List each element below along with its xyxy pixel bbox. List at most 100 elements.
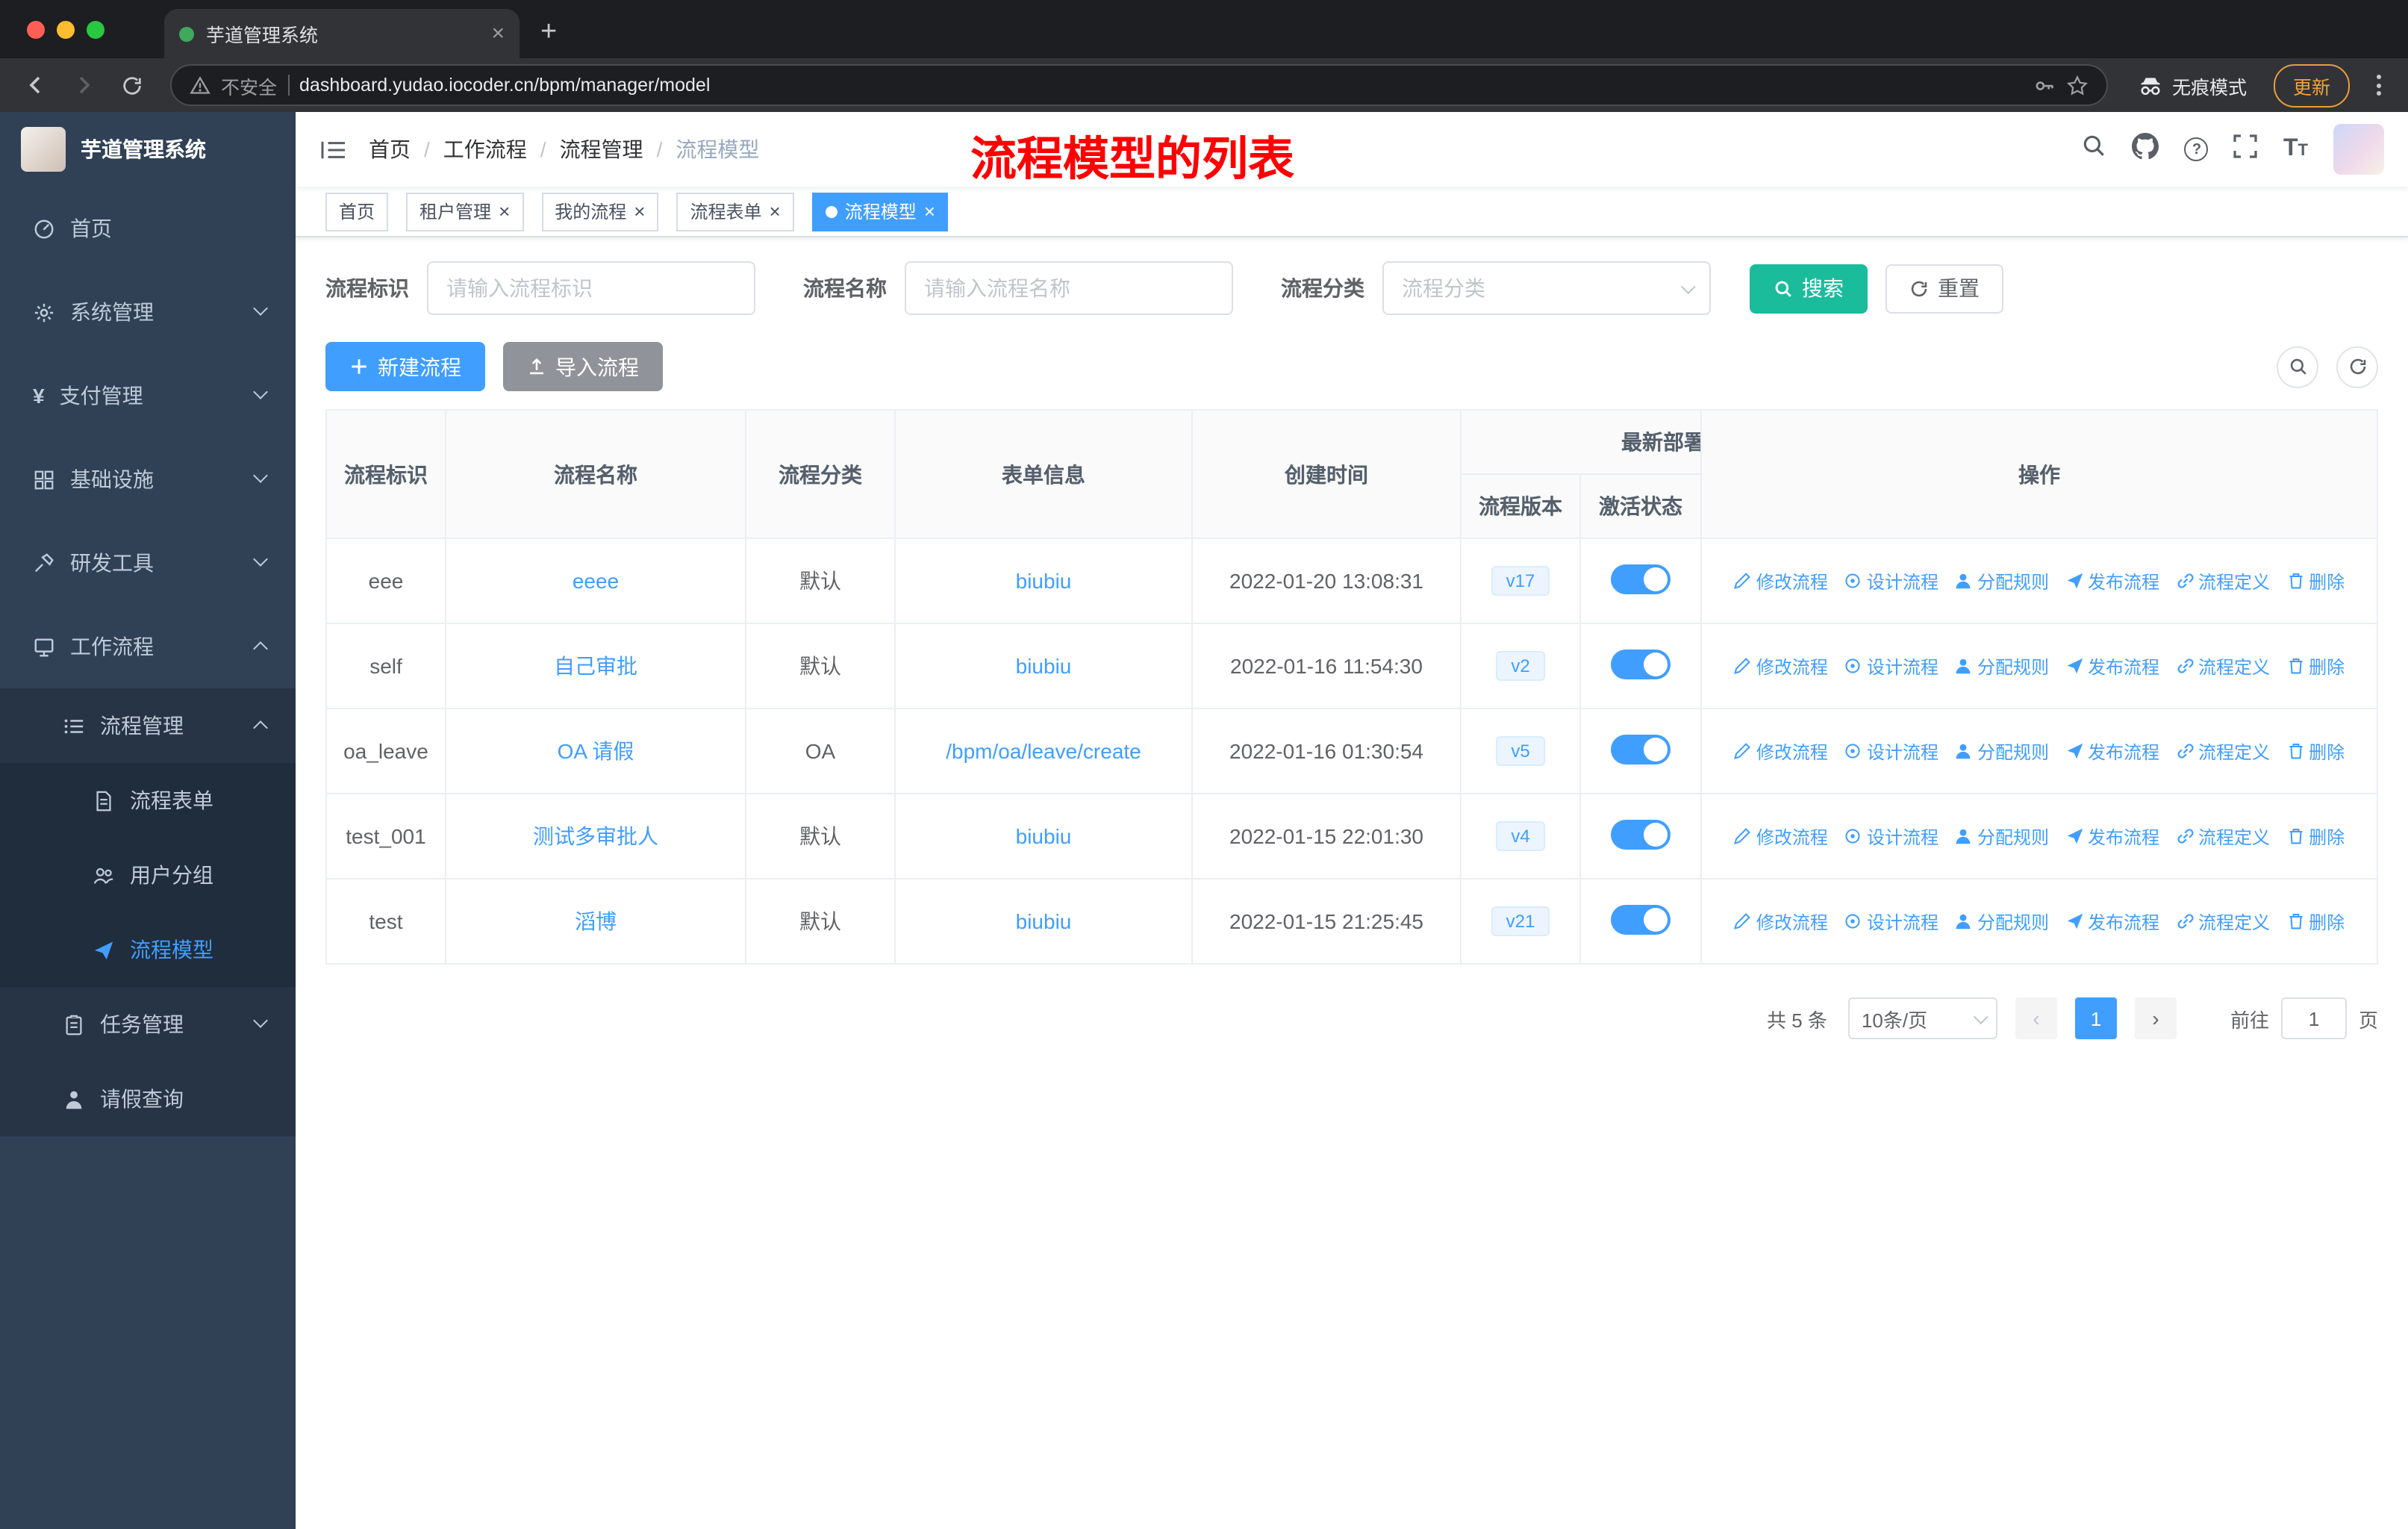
form-link[interactable]: biubiu	[1016, 909, 1072, 933]
assign-rule-action[interactable]: 分配规则	[1955, 823, 2049, 849]
version-tag[interactable]: v2	[1496, 651, 1545, 681]
forward-button[interactable]	[63, 64, 105, 106]
design-process-action[interactable]: 设计流程	[1844, 738, 1938, 764]
assign-rule-action[interactable]: 分配规则	[1955, 738, 2049, 764]
tag-home[interactable]: 首页	[325, 192, 389, 231]
sidebar-item-payment[interactable]: ¥ 支付管理	[0, 354, 296, 437]
active-toggle[interactable]	[1611, 734, 1671, 764]
next-page-button[interactable]: ›	[2134, 997, 2177, 1039]
active-toggle[interactable]	[1611, 649, 1671, 679]
minimize-window-button[interactable]	[57, 20, 75, 38]
assign-rule-action[interactable]: 分配规则	[1955, 653, 2049, 679]
sidebar-item-user-group[interactable]: 用户分组	[0, 838, 296, 912]
process-definition-action[interactable]: 流程定义	[2176, 909, 2270, 934]
form-link[interactable]: biubiu	[1016, 824, 1072, 848]
user-avatar[interactable]	[2333, 124, 2384, 175]
close-icon[interactable]: ×	[924, 202, 935, 221]
breadcrumb-process-management[interactable]: 流程管理	[560, 134, 643, 164]
create-process-button[interactable]: 新建流程	[325, 342, 485, 391]
sidebar-item-leave-query[interactable]: 请假查询	[0, 1062, 296, 1136]
fullscreen-button[interactable]	[2234, 134, 2258, 165]
process-definition-action[interactable]: 流程定义	[2176, 738, 2270, 764]
tag-my-process[interactable]: 我的流程 ×	[541, 192, 659, 231]
edit-process-action[interactable]: 修改流程	[1734, 653, 1828, 679]
reset-button[interactable]: 重置	[1885, 264, 2003, 313]
active-toggle[interactable]	[1611, 904, 1671, 934]
design-process-action[interactable]: 设计流程	[1844, 653, 1938, 679]
sidebar-item-system[interactable]: 系统管理	[0, 270, 296, 354]
model-name-link[interactable]: OA 请假	[558, 739, 634, 763]
sidebar-item-infrastructure[interactable]: 基础设施	[0, 437, 296, 521]
bookmark-star-icon[interactable]	[2066, 74, 2089, 96]
tab-close-icon[interactable]: ×	[491, 21, 505, 46]
sidebar-item-process-management[interactable]: 流程管理	[0, 688, 296, 763]
version-tag[interactable]: v17	[1491, 566, 1550, 596]
page-size-select[interactable]: 10条/页	[1847, 997, 1997, 1039]
sidebar-item-workflow[interactable]: 工作流程	[0, 605, 296, 688]
import-process-button[interactable]: 导入流程	[503, 342, 663, 391]
url-text[interactable]: dashboard.yudao.iocoder.cn/bpm/manager/m…	[299, 75, 2023, 96]
model-name-link[interactable]: 滔博	[575, 909, 617, 933]
model-name-link[interactable]: eeee	[573, 569, 619, 593]
publish-process-action[interactable]: 发布流程	[2065, 738, 2159, 764]
design-process-action[interactable]: 设计流程	[1844, 909, 1938, 934]
model-name-link[interactable]: 自己审批	[554, 654, 637, 678]
process-category-select[interactable]: 流程分类	[1382, 261, 1711, 315]
browser-menu-button[interactable]	[2365, 75, 2393, 96]
delete-process-action[interactable]: 删除	[2286, 909, 2345, 934]
show-search-button[interactable]	[2277, 346, 2318, 387]
publish-process-action[interactable]: 发布流程	[2065, 823, 2159, 849]
process-id-input[interactable]	[427, 261, 755, 315]
tag-process-form[interactable]: 流程表单 ×	[676, 192, 794, 231]
sidebar-item-devtools[interactable]: 研发工具	[0, 521, 296, 605]
search-button[interactable]: 搜索	[1750, 264, 1868, 313]
design-process-action[interactable]: 设计流程	[1844, 823, 1938, 849]
design-process-action[interactable]: 设计流程	[1844, 568, 1938, 594]
version-tag[interactable]: v4	[1496, 821, 1545, 851]
delete-process-action[interactable]: 删除	[2286, 823, 2345, 849]
process-name-input[interactable]	[905, 261, 1233, 315]
active-toggle[interactable]	[1611, 564, 1671, 594]
process-definition-action[interactable]: 流程定义	[2176, 653, 2270, 679]
back-button[interactable]	[15, 64, 57, 106]
version-tag[interactable]: v5	[1496, 736, 1545, 766]
edit-process-action[interactable]: 修改流程	[1734, 568, 1828, 594]
sidebar-item-home[interactable]: 首页	[0, 187, 296, 270]
close-icon[interactable]: ×	[499, 202, 510, 221]
sidebar-item-process-model[interactable]: 流程模型	[0, 912, 296, 987]
update-button[interactable]: 更新	[2273, 63, 2350, 107]
zoom-window-button[interactable]	[87, 20, 105, 38]
assign-rule-action[interactable]: 分配规则	[1955, 909, 2049, 934]
breadcrumb-workflow[interactable]: 工作流程	[443, 134, 527, 164]
form-link[interactable]: /bpm/oa/leave/create	[946, 739, 1141, 763]
search-button[interactable]	[2082, 133, 2107, 166]
close-icon[interactable]: ×	[770, 202, 781, 221]
goto-page-input[interactable]	[2280, 997, 2347, 1039]
form-link[interactable]: biubiu	[1016, 654, 1072, 678]
delete-process-action[interactable]: 删除	[2286, 738, 2345, 764]
process-definition-action[interactable]: 流程定义	[2176, 568, 2270, 594]
sidebar-item-process-form[interactable]: 流程表单	[0, 763, 296, 838]
app-logo[interactable]: 芋道管理系统	[0, 112, 296, 187]
close-icon[interactable]: ×	[634, 202, 645, 221]
assign-rule-action[interactable]: 分配规则	[1955, 568, 2049, 594]
edit-process-action[interactable]: 修改流程	[1734, 909, 1828, 934]
process-definition-action[interactable]: 流程定义	[2176, 823, 2270, 849]
github-button[interactable]	[2132, 132, 2159, 166]
new-tab-button[interactable]: +	[520, 16, 557, 58]
password-key-icon[interactable]	[2033, 74, 2056, 96]
current-page-button[interactable]: 1	[2074, 997, 2117, 1039]
help-icon[interactable]: ?	[2184, 137, 2209, 161]
delete-process-action[interactable]: 删除	[2286, 568, 2345, 594]
sidebar-item-task-management[interactable]: 任务管理	[0, 987, 296, 1062]
breadcrumb-home[interactable]: 首页	[369, 134, 411, 164]
edit-process-action[interactable]: 修改流程	[1734, 738, 1828, 764]
browser-tab[interactable]: 芋道管理系统 ×	[164, 9, 520, 58]
url-bar[interactable]: 不安全 dashboard.yudao.iocoder.cn/bpm/manag…	[170, 64, 2108, 106]
version-tag[interactable]: v21	[1491, 906, 1550, 936]
prev-page-button[interactable]: ‹	[2015, 997, 2057, 1039]
tag-process-model[interactable]: 流程模型 ×	[811, 192, 949, 231]
publish-process-action[interactable]: 发布流程	[2065, 909, 2159, 934]
model-name-link[interactable]: 测试多审批人	[533, 824, 658, 848]
font-size-button[interactable]: TT	[2283, 136, 2308, 163]
